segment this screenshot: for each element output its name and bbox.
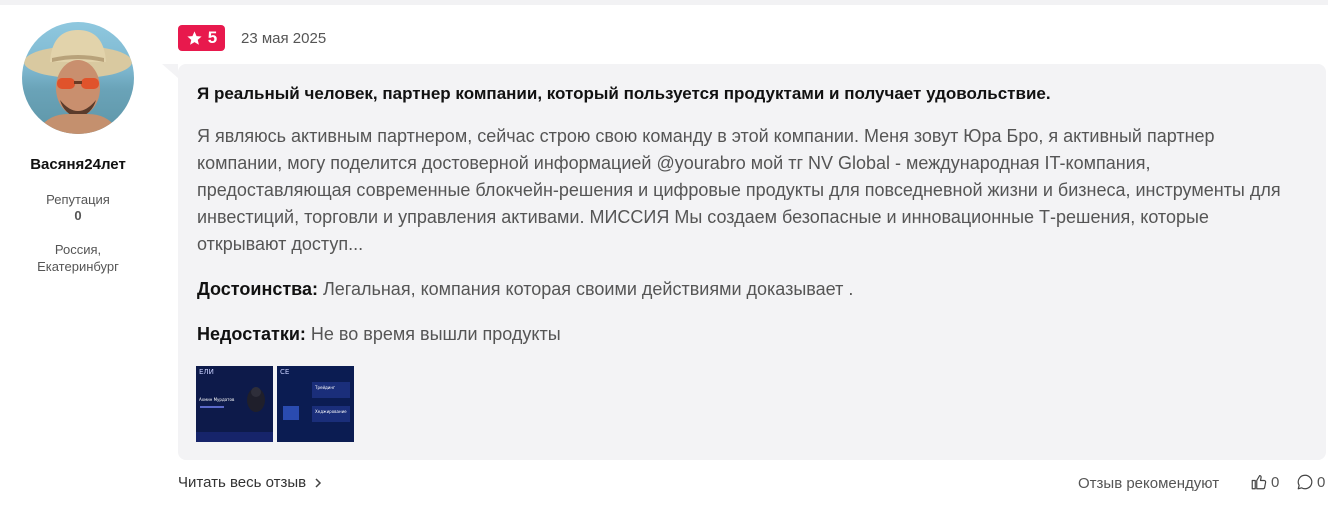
- thumb1-person: Ахмин Мурдатов: [199, 397, 235, 402]
- cons-text: Не во время вышли продукты: [305, 324, 561, 344]
- top-divider: [0, 0, 1328, 5]
- read-full-review-link[interactable]: Читать весь отзыв: [178, 474, 322, 491]
- review-photo-1[interactable]: ЕЛИ Ахмин Мурдатов: [196, 366, 273, 442]
- comments-count: 0: [1317, 473, 1326, 491]
- review-date: 23 мая 2025: [241, 30, 327, 47]
- star-icon: [187, 30, 202, 45]
- thumb2-caption: CE: [280, 368, 289, 376]
- comments-button[interactable]: 0: [1296, 473, 1325, 491]
- photo-presentation-icon: ЕЛИ Ахмин Мурдатов: [196, 366, 273, 442]
- review-cons: Недостатки: Не во время вышли продукты: [197, 324, 561, 345]
- thumb1-caption: ЕЛИ: [199, 368, 214, 376]
- location-city: Екатеринбург: [37, 259, 119, 274]
- author-location: Россия, Екатеринбург: [0, 241, 156, 275]
- reputation-value: 0: [74, 208, 82, 223]
- review-body[interactable]: Я являюсь активным партнером, сейчас стр…: [197, 123, 1297, 258]
- author-card: Васяня24лет Репутация 0 Россия, Екатерин…: [0, 22, 156, 275]
- review-photo-2[interactable]: CE Трейдинг Хеджирование: [277, 366, 354, 442]
- pros-label: Достоинства:: [197, 279, 318, 299]
- cons-label: Недостатки:: [197, 324, 306, 344]
- chevron-right-icon: [315, 477, 322, 488]
- rating-badge: 5: [178, 25, 225, 51]
- comment-icon: [1297, 474, 1313, 490]
- pros-text: Легальная, компания которая своими дейст…: [317, 279, 854, 299]
- avatar-image: [24, 30, 132, 134]
- recommend-label: Отзыв рекомендуют: [1078, 475, 1220, 492]
- review-bubble: Я реальный человек, партнер компании, ко…: [162, 64, 1326, 460]
- review-headline[interactable]: Я реальный человек, партнер компании, ко…: [197, 84, 1051, 104]
- rating-value: 5: [207, 28, 218, 47]
- thumb2-line2: Хеджирование: [315, 409, 347, 414]
- thumbs-up-icon: [1251, 474, 1267, 490]
- read-more-label: Читать весь отзыв: [178, 474, 307, 491]
- likes-count: 0: [1271, 473, 1280, 491]
- location-country: Россия,: [54, 242, 102, 257]
- reputation-label: Репутация: [46, 192, 110, 207]
- review-pros: Достоинства: Легальная, компания которая…: [197, 279, 853, 300]
- photo-slide-icon: CE Трейдинг Хеджирование: [277, 366, 354, 442]
- thumb2-line1: Трейдинг: [314, 385, 335, 390]
- avatar[interactable]: [22, 22, 134, 134]
- author-name[interactable]: Васяня24лет: [0, 156, 156, 173]
- like-button[interactable]: 0: [1250, 473, 1279, 491]
